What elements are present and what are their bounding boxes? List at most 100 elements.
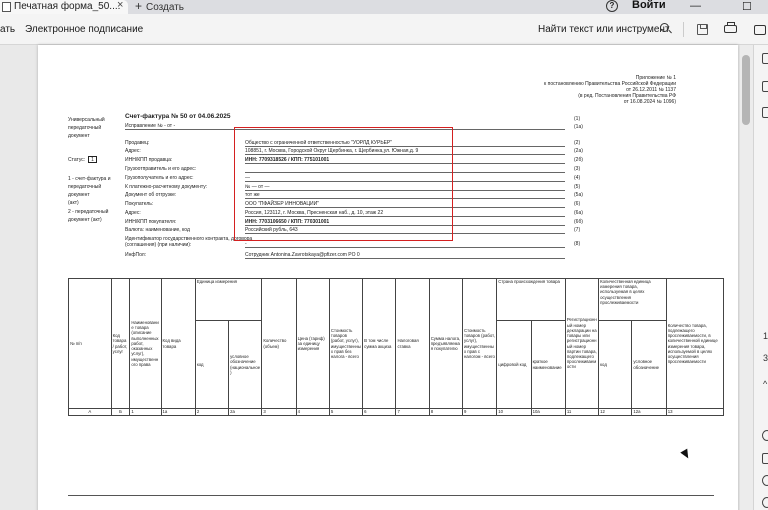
edit-page-icon[interactable] bbox=[762, 453, 768, 464]
plus-icon: + bbox=[135, 0, 143, 13]
column-number: 2 bbox=[194, 408, 230, 416]
row-code: (2б) bbox=[574, 157, 583, 163]
row-code: (2а) bbox=[574, 148, 583, 154]
status-label: Статус: bbox=[68, 157, 86, 163]
sidebar-panel-icon[interactable] bbox=[762, 53, 768, 64]
field-underline bbox=[245, 247, 565, 248]
column-number: 12 bbox=[598, 408, 633, 416]
row-code: (8) bbox=[574, 241, 581, 247]
row-code: (6б) bbox=[574, 219, 583, 225]
status-value: 1 bbox=[88, 156, 97, 163]
zoom-in-icon[interactable] bbox=[762, 475, 768, 486]
header-trace-name: условное обозначение bbox=[631, 320, 667, 409]
new-tab-label: Создать bbox=[146, 2, 185, 13]
minimize-icon[interactable]: — bbox=[690, 0, 701, 12]
pages-icon[interactable] bbox=[762, 107, 768, 118]
row-code: (6а) bbox=[574, 210, 583, 216]
status-note: 2 - передаточный bbox=[68, 209, 109, 215]
column-number: 1а bbox=[160, 408, 196, 416]
seller-label: Продавец: bbox=[125, 140, 150, 146]
rotate-icon[interactable] bbox=[762, 430, 768, 441]
header-tax-sum: Сумма налога, предъявляемая покупателю bbox=[428, 278, 463, 409]
bottom-divider bbox=[68, 495, 714, 496]
total-pages: 3 bbox=[763, 353, 768, 363]
column-number: 12а bbox=[631, 408, 667, 416]
bookmark-icon[interactable] bbox=[762, 81, 768, 92]
column-number: 10 bbox=[496, 408, 532, 416]
header-unit-code: код bbox=[194, 320, 230, 409]
toolbar-edit-button[interactable]: ать bbox=[0, 24, 15, 35]
more-tools-icon[interactable] bbox=[754, 25, 766, 35]
current-page-number[interactable]: 1 bbox=[763, 331, 768, 341]
tab-close-icon[interactable]: × bbox=[117, 0, 123, 12]
invoice-title: Счет-фактура № 50 от 04.06.2025 bbox=[125, 113, 231, 120]
row-code: (1) bbox=[574, 116, 581, 122]
maximize-icon[interactable]: ☐ bbox=[742, 0, 752, 13]
header-cost-with-tax: Стоимость товаров (работ, услуг), имущес… bbox=[461, 278, 498, 409]
column-number: 6 bbox=[362, 408, 397, 416]
header-trace-qty: Количество товара, подлежащего прослежив… bbox=[665, 278, 725, 409]
goods-table: № п/п Код товара / работ, услуг Наименов… bbox=[68, 278, 725, 416]
seller-inn-label: ИНН/КПП продавца: bbox=[125, 157, 173, 163]
currency-label: Валюта: наименование, код bbox=[125, 227, 190, 233]
column-number: 4 bbox=[295, 408, 330, 416]
row-code: (4) bbox=[574, 175, 581, 181]
header-tax-rate: Налоговая ставка bbox=[395, 278, 430, 409]
pdf-file-icon bbox=[2, 2, 11, 12]
payment-doc-label: К платежно-расчетному документу: bbox=[125, 184, 208, 190]
status-note: документ bbox=[68, 192, 90, 198]
header-country-group: Страна происхождения товара bbox=[496, 278, 566, 321]
header-code: Код товара / работ, услуг bbox=[110, 278, 131, 409]
column-number: 9 bbox=[461, 408, 498, 416]
buyer-inn-label: ИНН/КПП покупателя: bbox=[125, 219, 177, 225]
header-customs: Регистрационный номер декларации на това… bbox=[564, 278, 600, 409]
row-code: (6) bbox=[574, 201, 581, 207]
column-number: А bbox=[68, 408, 112, 416]
doc-type-label: Универсальный bbox=[68, 117, 105, 123]
chevron-up-icon[interactable]: ^ bbox=[763, 379, 767, 389]
new-tab-button[interactable]: + Создать bbox=[135, 0, 184, 13]
pdf-toolbar: ать Электронное подписание Найти текст и… bbox=[0, 14, 768, 45]
doc-type-label: документ bbox=[68, 133, 90, 139]
status-note: передаточный bbox=[68, 184, 102, 190]
row-code: (1а) bbox=[574, 124, 583, 130]
header-price: Цена (тариф) за единицу измерения bbox=[295, 278, 330, 409]
column-number: 11 bbox=[564, 408, 600, 416]
header-unit-name: условное обозначение (национальное) bbox=[228, 320, 263, 409]
header-country-name: краткое наименование bbox=[530, 320, 566, 409]
pdf-page: Приложение № 1 к постановлению Правитель… bbox=[38, 45, 738, 510]
right-tool-rail: 1 3 ^ bbox=[753, 45, 768, 510]
help-icon[interactable]: ? bbox=[606, 0, 618, 12]
highlight-box bbox=[234, 127, 453, 241]
shipment-doc-label: Документ об отгрузке: bbox=[125, 192, 177, 198]
find-tool-button[interactable]: Найти текст или инструмент bbox=[538, 24, 670, 35]
shipper-label: Грузоотправитель и его адрес: bbox=[125, 166, 197, 172]
toolbar-divider bbox=[683, 22, 684, 37]
status-note: (акт) bbox=[68, 200, 79, 206]
row-code: (2) bbox=[574, 140, 581, 146]
header-name: Наименование товара (описание выполненны… bbox=[129, 278, 162, 409]
tab-title: Печатная форма_50.... bbox=[14, 1, 121, 12]
header-trace-unit-group: Количественная единица измерения товара,… bbox=[598, 278, 667, 321]
login-button[interactable]: Войти bbox=[632, 0, 666, 11]
column-number: 7 bbox=[395, 408, 430, 416]
column-number: 3 bbox=[261, 408, 297, 416]
doc-type-label: передаточный bbox=[68, 125, 102, 131]
status-note: 1 - счет-фактура и bbox=[68, 176, 111, 182]
tab-pdf-document[interactable]: Печатная форма_50.... × bbox=[0, 0, 128, 14]
field-underline bbox=[245, 258, 565, 259]
row-code: (3) bbox=[574, 166, 581, 172]
column-number: 2а bbox=[228, 408, 263, 416]
zoom-out-icon[interactable] bbox=[762, 497, 768, 508]
search-icon[interactable] bbox=[660, 23, 669, 32]
scrollbar-thumb[interactable] bbox=[742, 55, 750, 125]
row-code: (7) bbox=[574, 227, 581, 233]
print-icon[interactable] bbox=[724, 22, 737, 33]
row-code: (5) bbox=[574, 184, 581, 190]
browser-tab-bar: Печатная форма_50.... × + Создать ? Войти… bbox=[0, 0, 768, 14]
electronic-signature-button[interactable]: Электронное подписание bbox=[25, 24, 143, 35]
buyer-address-label: Адрес: bbox=[125, 210, 141, 216]
seller-address-label: Адрес: bbox=[125, 148, 141, 154]
header-qty: Количество (объем) bbox=[261, 278, 297, 409]
save-icon[interactable] bbox=[697, 24, 708, 35]
